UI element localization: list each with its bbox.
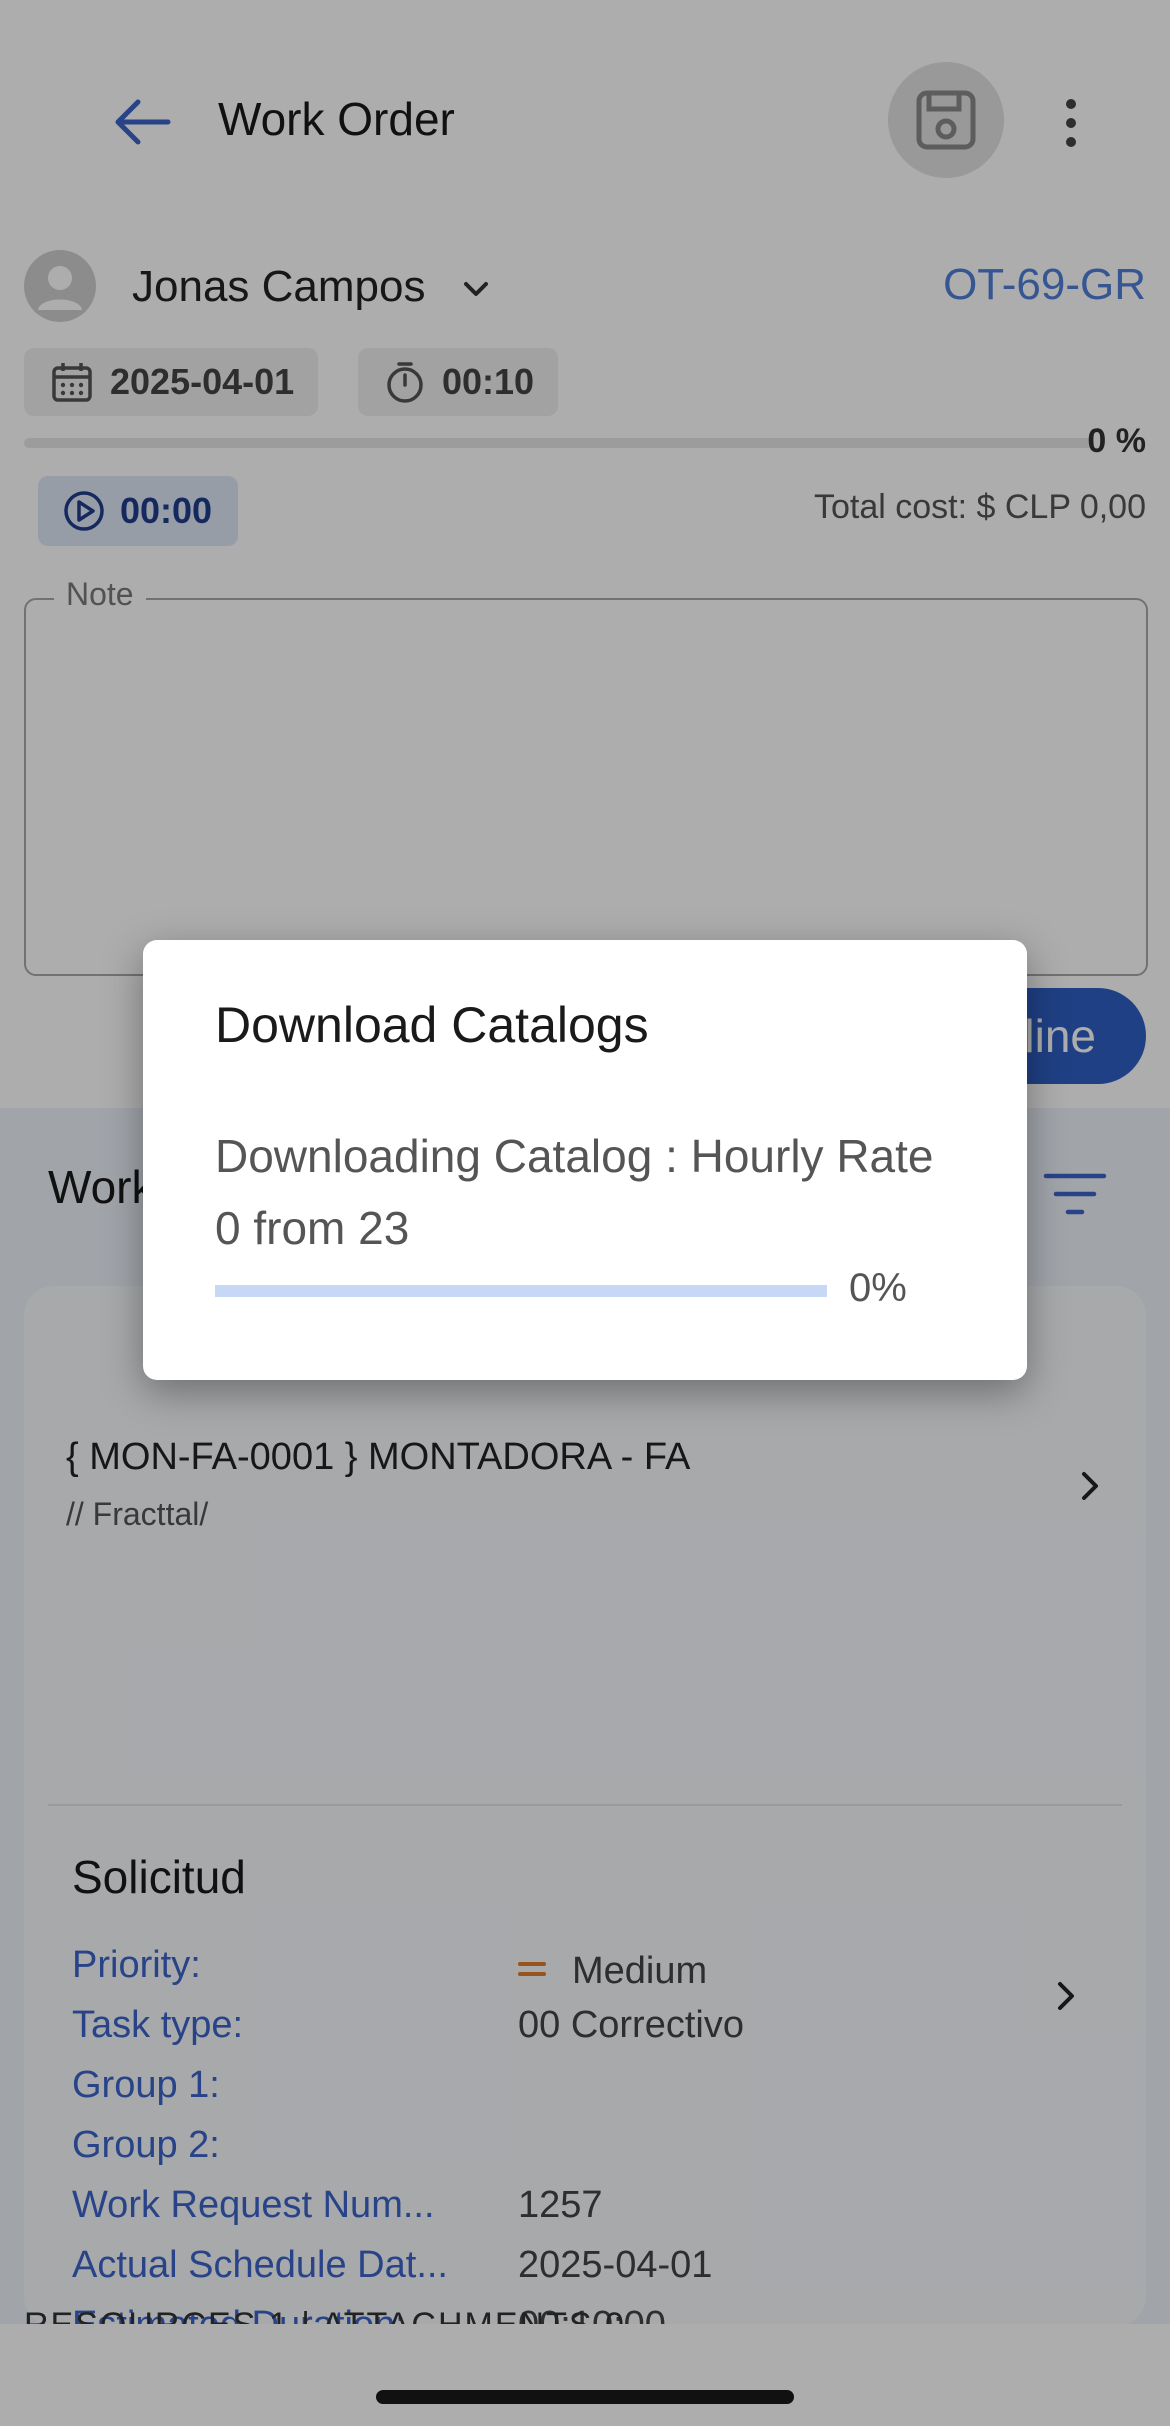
work-order-page: Work Order Jonas Campos OT-69-GR 2025-04…: [0, 0, 1170, 2426]
download-catalogs-dialog: Download Catalogs Downloading Catalog : …: [143, 940, 1027, 1380]
dialog-message-line-1: Downloading Catalog : Hourly Rate: [215, 1130, 934, 1182]
download-progress-bar: [215, 1285, 827, 1297]
dialog-title: Download Catalogs: [215, 997, 649, 1053]
dialog-message-line-2: 0 from 23: [215, 1202, 410, 1254]
download-progress-percent: 0%: [849, 1266, 907, 1310]
dialog-message: Downloading Catalog : Hourly Rate 0 from…: [215, 1120, 975, 1264]
